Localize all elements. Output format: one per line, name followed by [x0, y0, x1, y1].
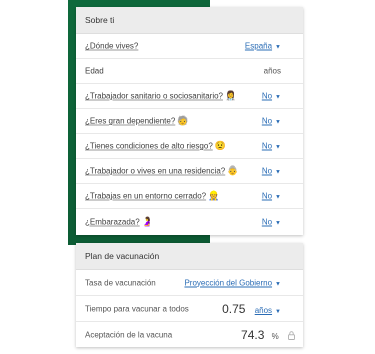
elderly-face-icon: 👵	[227, 165, 239, 176]
worker-icon: 👷	[208, 190, 220, 201]
vaccination-plan-card: Plan de vacunación Tasa de vacunación Pr…	[76, 243, 303, 347]
about-you-header: Sobre ti	[76, 7, 303, 34]
time-to-vaccinate-input[interactable]: 0.75	[222, 302, 245, 316]
caret-down-icon: ▼	[275, 144, 281, 151]
row-time-to-vaccinate: Tiempo para vacunar a todos 0.75 años ▼	[76, 296, 303, 322]
residence-question[interactable]: ¿Trabajador o vives en una residencia? 👵	[85, 165, 239, 176]
location-select[interactable]: España ▼	[245, 42, 281, 51]
health-worker-select[interactable]: No ▼	[262, 92, 281, 101]
high-risk-question[interactable]: ¿Tienes condiciones de alto riesgo? 😟	[85, 140, 226, 151]
closed-env-question[interactable]: ¿Trabajas en un entorno cerrado? 👷	[85, 190, 220, 201]
lock-icon[interactable]	[288, 331, 295, 340]
pregnant-icon: 🤰	[141, 216, 153, 226]
worried-face-icon: 😟	[214, 140, 226, 151]
age-label: Edad	[85, 66, 104, 76]
about-you-card: Sobre ti ¿Dónde vives? España ▼ Edad años…	[76, 7, 303, 235]
caret-down-icon: ▼	[275, 220, 281, 226]
percent-unit: %	[271, 332, 279, 341]
vaccine-acceptance-input[interactable]: 74.3	[241, 328, 264, 342]
row-age: Edad años	[76, 59, 303, 84]
pregnant-question[interactable]: ¿Embarazada? 🤰	[85, 216, 153, 227]
caret-down-icon: ▼	[275, 194, 281, 201]
row-dependent: ¿Eres gran dependiente? 🧓 No ▼	[76, 109, 303, 134]
vaccine-acceptance-label: Aceptación de la vacuna	[85, 330, 173, 340]
row-health-worker: ¿Trabajador sanitario o sociosanitario? 👩…	[76, 84, 303, 109]
row-vaccine-acceptance: Aceptación de la vacuna 74.3 %	[76, 322, 303, 348]
dependent-question[interactable]: ¿Eres gran dependiente? 🧓	[85, 115, 189, 126]
high-risk-select[interactable]: No ▼	[262, 142, 281, 151]
caret-down-icon: ▼	[275, 308, 281, 315]
dependent-select[interactable]: No ▼	[262, 117, 281, 126]
caret-down-icon: ▼	[275, 44, 281, 51]
closed-env-select[interactable]: No ▼	[262, 192, 281, 201]
caret-down-icon: ▼	[275, 119, 281, 126]
vaccine-acceptance-value: 74.3 %	[241, 328, 295, 342]
location-question[interactable]: ¿Dónde vives?	[85, 42, 138, 51]
row-location: ¿Dónde vives? España ▼	[76, 34, 303, 59]
row-vaccination-rate: Tasa de vacunación Proyección del Gobier…	[76, 270, 303, 296]
row-residence: ¿Trabajador o vives en una residencia? 👵 …	[76, 159, 303, 184]
caret-down-icon: ▼	[275, 169, 281, 176]
age-input[interactable]: años	[264, 67, 281, 76]
caret-down-icon: ▼	[275, 94, 281, 101]
time-to-vaccinate-label: Tiempo para vacunar a todos	[85, 304, 189, 313]
dependent-person-icon: 🧓	[177, 115, 189, 126]
time-unit-select[interactable]: años ▼	[255, 306, 281, 315]
pregnant-select[interactable]: No ▼	[262, 217, 281, 226]
vaccination-rate-label: Tasa de vacunación	[85, 278, 156, 287]
time-to-vaccinate-value: 0.75 años ▼	[222, 302, 281, 316]
row-closed-env: ¿Trabajas en un entorno cerrado? 👷 No ▼	[76, 184, 303, 209]
row-pregnant: ¿Embarazada? 🤰 No ▼	[76, 209, 303, 234]
row-high-risk: ¿Tienes condiciones de alto riesgo? 😟 No ▼	[76, 134, 303, 159]
residence-select[interactable]: No ▼	[262, 167, 281, 176]
health-worker-question[interactable]: ¿Trabajador sanitario o sociosanitario? 👩…	[85, 90, 237, 101]
health-worker-icon: 👩‍⚕️	[225, 90, 237, 101]
caret-down-icon: ▼	[275, 281, 281, 287]
vaccination-plan-header: Plan de vacunación	[76, 243, 303, 270]
vaccination-rate-select[interactable]: Proyección del Gobierno ▼	[184, 278, 281, 287]
